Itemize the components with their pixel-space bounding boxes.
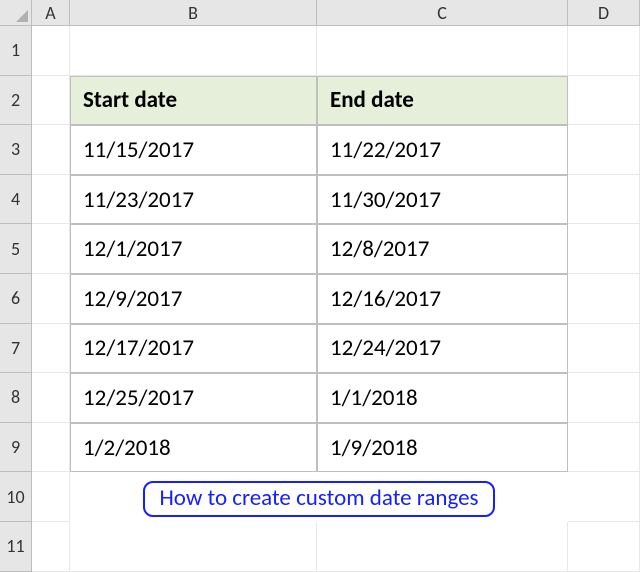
- cell-b11[interactable]: [70, 522, 317, 572]
- cell-a4[interactable]: [32, 175, 70, 225]
- table-cell-start[interactable]: 12/9/2017: [70, 274, 317, 324]
- cell-d8[interactable]: [568, 373, 640, 423]
- row-header-9[interactable]: 9: [0, 423, 32, 473]
- cell-d3[interactable]: [568, 125, 640, 175]
- row-header-5[interactable]: 5: [0, 224, 32, 274]
- row-header-7[interactable]: 7: [0, 324, 32, 374]
- cell-d7[interactable]: [568, 324, 640, 374]
- callout-cell[interactable]: How to create custom date ranges: [70, 472, 568, 522]
- cell-a11[interactable]: [32, 522, 70, 572]
- row-header-3[interactable]: 3: [0, 125, 32, 175]
- table-cell-end[interactable]: 12/16/2017: [317, 274, 568, 324]
- table-cell-start[interactable]: 1/2/2018: [70, 423, 317, 473]
- row-header-10[interactable]: 10: [0, 472, 32, 522]
- callout-link[interactable]: How to create custom date ranges: [143, 481, 494, 517]
- cell-a1[interactable]: [32, 26, 70, 76]
- table-cell-end[interactable]: 12/24/2017: [317, 324, 568, 374]
- table-cell-start[interactable]: 11/23/2017: [70, 175, 317, 225]
- table-cell-end[interactable]: 12/8/2017: [317, 224, 568, 274]
- table-header-start[interactable]: Start date: [70, 76, 317, 126]
- table-cell-start[interactable]: 12/25/2017: [70, 373, 317, 423]
- cell-a10[interactable]: [32, 472, 70, 522]
- cell-a3[interactable]: [32, 125, 70, 175]
- table-cell-start[interactable]: 11/15/2017: [70, 125, 317, 175]
- cell-d9[interactable]: [568, 423, 640, 473]
- cell-a5[interactable]: [32, 224, 70, 274]
- select-all-cell[interactable]: [0, 0, 32, 26]
- cell-b1[interactable]: [70, 26, 317, 76]
- table-cell-end[interactable]: 1/9/2018: [317, 423, 568, 473]
- col-header-b[interactable]: B: [70, 0, 317, 26]
- cell-d4[interactable]: [568, 175, 640, 225]
- row-header-4[interactable]: 4: [0, 175, 32, 225]
- cell-a6[interactable]: [32, 274, 70, 324]
- table-cell-start[interactable]: 12/1/2017: [70, 224, 317, 274]
- cell-c11[interactable]: [317, 522, 568, 572]
- cell-a8[interactable]: [32, 373, 70, 423]
- cell-d10[interactable]: [568, 472, 640, 522]
- col-header-a[interactable]: A: [32, 0, 70, 26]
- row-header-8[interactable]: 8: [0, 373, 32, 423]
- row-header-11[interactable]: 11: [0, 522, 32, 572]
- row-header-1[interactable]: 1: [0, 26, 32, 76]
- table-cell-end[interactable]: 11/22/2017: [317, 125, 568, 175]
- col-header-d[interactable]: D: [568, 0, 640, 26]
- table-cell-start[interactable]: 12/17/2017: [70, 324, 317, 374]
- row-header-6[interactable]: 6: [0, 274, 32, 324]
- cell-a9[interactable]: [32, 423, 70, 473]
- cell-a7[interactable]: [32, 324, 70, 374]
- table-header-end[interactable]: End date: [317, 76, 568, 126]
- col-header-c[interactable]: C: [317, 0, 568, 26]
- cell-d5[interactable]: [568, 224, 640, 274]
- cell-d6[interactable]: [568, 274, 640, 324]
- row-header-2[interactable]: 2: [0, 76, 32, 126]
- cell-c1[interactable]: [317, 26, 568, 76]
- table-cell-end[interactable]: 1/1/2018: [317, 373, 568, 423]
- cell-d11[interactable]: [568, 522, 640, 572]
- table-cell-end[interactable]: 11/30/2017: [317, 175, 568, 225]
- cell-d1[interactable]: [568, 26, 640, 76]
- cell-a2[interactable]: [32, 76, 70, 126]
- cell-d2[interactable]: [568, 76, 640, 126]
- spreadsheet: A B C D 1 2 Start date End date 3 11/15/…: [0, 0, 640, 572]
